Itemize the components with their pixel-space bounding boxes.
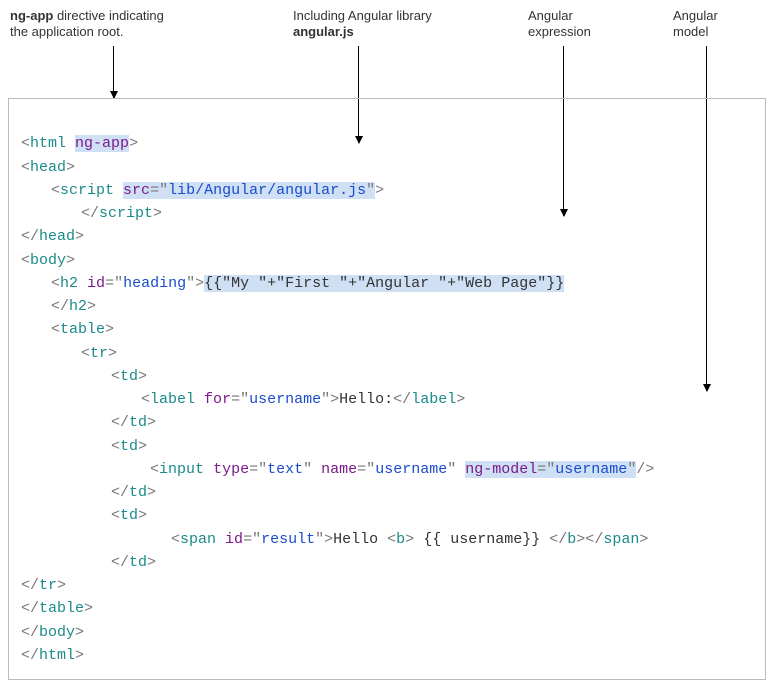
arrow-ng-app: [113, 46, 114, 98]
anno-model: Angular model: [673, 8, 718, 41]
anno-expr: Angular expression: [528, 8, 591, 41]
anno-ng-app-bold: ng-app: [10, 8, 53, 23]
anno-ng-app: ng-app directive indicating the applicat…: [10, 8, 164, 41]
anno-lib-bold: angular.js: [293, 24, 354, 39]
code-block: <html ng-app> <head> <script src="lib/An…: [8, 98, 766, 680]
annotations-bar: ng-app directive indicating the applicat…: [8, 8, 766, 98]
anno-lib: Including Angular library angular.js: [293, 8, 432, 41]
